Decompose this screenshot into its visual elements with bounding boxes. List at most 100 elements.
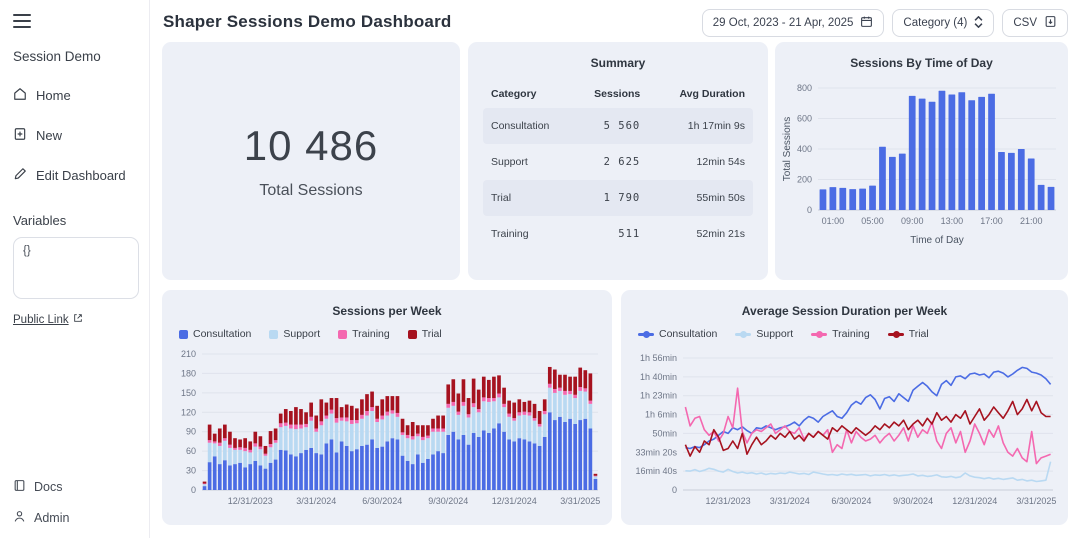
svg-text:200: 200 (797, 175, 812, 185)
svg-text:0: 0 (807, 205, 812, 215)
svg-text:1h 23min: 1h 23min (640, 391, 677, 401)
sidebar-item-label: New (36, 128, 62, 143)
svg-text:3/31/2025: 3/31/2025 (560, 496, 600, 506)
legend-label: Training (352, 328, 390, 340)
legend-item[interactable]: Trial (408, 328, 442, 340)
legend-item[interactable]: Support (735, 328, 793, 340)
svg-text:16min 40s: 16min 40s (635, 466, 677, 476)
svg-text:09:00: 09:00 (901, 216, 924, 226)
svg-text:17:00: 17:00 (980, 216, 1003, 226)
legend-item[interactable]: Consultation (179, 328, 251, 340)
time-of-day-card: Sessions By Time of Day 020040060080001:… (775, 42, 1068, 280)
sidebar-item-docs[interactable]: Docs (13, 479, 137, 495)
legend-item[interactable]: Training (338, 328, 390, 340)
summary-duration-cell: 52min 21s (654, 216, 753, 252)
svg-text:3/31/2024: 3/31/2024 (296, 496, 336, 506)
avg-duration-chart-title: Average Session Duration per Week (621, 290, 1068, 318)
svg-text:Total Sessions: Total Sessions (782, 117, 793, 181)
legend-label: Consultation (193, 328, 251, 340)
sidebar-item-admin[interactable]: Admin (13, 510, 137, 526)
svg-text:3/31/2024: 3/31/2024 (770, 496, 810, 506)
legend-swatch-icon (269, 330, 278, 339)
legend-item[interactable]: Consultation (638, 328, 717, 340)
svg-text:13:00: 13:00 (941, 216, 964, 226)
download-file-icon (1044, 15, 1057, 31)
svg-text:30: 30 (186, 466, 196, 476)
category-filter-value: Category (4) (903, 17, 967, 29)
legend-label: Consultation (659, 328, 717, 340)
summary-duration-cell: 55min 50s (654, 180, 753, 216)
legend-label: Trial (422, 328, 442, 340)
variables-value: {} (23, 245, 31, 257)
legend-swatch-icon (811, 333, 827, 336)
time-of-day-bar-chart: 020040060080001:0005:0009:0013:0017:0021… (780, 72, 1063, 270)
pencil-icon (13, 167, 27, 184)
sidebar-item-new[interactable]: New (13, 127, 137, 144)
app-name: Session Demo (13, 49, 137, 64)
svg-text:400: 400 (797, 144, 812, 154)
sidebar-item-edit-dashboard[interactable]: Edit Dashboard (13, 167, 137, 184)
svg-text:600: 600 (797, 114, 812, 124)
legend-label: Trial (909, 328, 929, 340)
svg-text:50min: 50min (652, 428, 677, 438)
hamburger-menu-icon[interactable] (13, 14, 31, 28)
svg-text:120: 120 (181, 407, 196, 417)
category-filter-select[interactable]: Category (4) (892, 9, 994, 37)
avg-duration-legend: Consultation Support Training Trial (621, 318, 1068, 340)
docs-icon (13, 479, 26, 495)
svg-text:6/30/2024: 6/30/2024 (362, 496, 402, 506)
public-link-label: Public Link (13, 314, 69, 326)
svg-text:05:00: 05:00 (861, 216, 884, 226)
summary-table: CategorySessionsAvg Duration Consultatio… (483, 80, 753, 252)
summary-column-header: Sessions (573, 80, 655, 108)
summary-duration-cell: 1h 17min 9s (654, 108, 753, 144)
svg-text:33min 20s: 33min 20s (635, 447, 677, 457)
svg-text:800: 800 (797, 83, 812, 93)
table-row: Consultation5 5601h 17min 9s (483, 108, 753, 144)
total-sessions-card: 10 486 Total Sessions (162, 42, 460, 280)
summary-column-header: Avg Duration (654, 80, 753, 108)
sidebar-item-home[interactable]: Home (13, 87, 137, 104)
legend-swatch-icon (408, 330, 417, 339)
svg-text:6/30/2024: 6/30/2024 (831, 496, 871, 506)
summary-column-header: Category (483, 80, 573, 108)
svg-text:21:00: 21:00 (1020, 216, 1043, 226)
sidebar: Session Demo Home New Edit Dashboard Var… (0, 0, 150, 538)
header-controls: 29 Oct, 2023 - 21 Apr, 2025 Category (4)… (702, 9, 1068, 37)
svg-text:1h 6min: 1h 6min (645, 410, 677, 420)
legend-swatch-icon (735, 333, 751, 336)
summary-sessions-cell: 5 560 (573, 108, 655, 144)
variables-editor[interactable]: {} (13, 237, 139, 299)
svg-text:60: 60 (186, 446, 196, 456)
table-row: Trial1 79055min 50s (483, 180, 753, 216)
summary-title: Summary (468, 42, 768, 70)
svg-text:Time of Day: Time of Day (910, 235, 964, 246)
summary-sessions-cell: 1 790 (573, 180, 655, 216)
public-link[interactable]: Public Link (13, 313, 137, 326)
legend-label: Training (832, 328, 870, 340)
summary-sessions-cell: 511 (573, 216, 655, 252)
legend-item[interactable]: Training (811, 328, 870, 340)
svg-text:0: 0 (672, 485, 677, 495)
legend-item[interactable]: Trial (888, 328, 929, 340)
sidebar-item-label: Edit Dashboard (36, 168, 126, 183)
summary-category-cell: Trial (483, 180, 573, 216)
legend-swatch-icon (179, 330, 188, 339)
chevron-updown-icon (974, 16, 983, 31)
svg-text:1h 40min: 1h 40min (640, 372, 677, 382)
summary-sessions-cell: 2 625 (573, 144, 655, 180)
new-file-icon (13, 127, 27, 144)
svg-text:1h 56min: 1h 56min (640, 353, 677, 363)
date-range-value: 29 Oct, 2023 - 21 Apr, 2025 (713, 17, 854, 29)
legend-item[interactable]: Support (269, 328, 320, 340)
avg-duration-line-chart: 0 16min 40s 33min 20s 50min 1h 6min 1h 23min 1… (628, 344, 1061, 516)
date-range-picker[interactable]: 29 Oct, 2023 - 21 Apr, 2025 (702, 9, 885, 37)
page-title: Shaper Sessions Demo Dashboard (163, 12, 451, 32)
sessions-per-week-stacked-chart: 030609012015018021012/31/20233/31/20246/… (170, 344, 604, 516)
legend-swatch-icon (338, 330, 347, 339)
sessions-per-week-card: Sessions per Week ConsultationSupportTra… (162, 290, 612, 525)
home-icon (13, 87, 27, 104)
summary-duration-cell: 12min 54s (654, 144, 753, 180)
time-of-day-chart-title: Sessions By Time of Day (775, 42, 1068, 70)
csv-export-button[interactable]: CSV (1002, 9, 1068, 37)
